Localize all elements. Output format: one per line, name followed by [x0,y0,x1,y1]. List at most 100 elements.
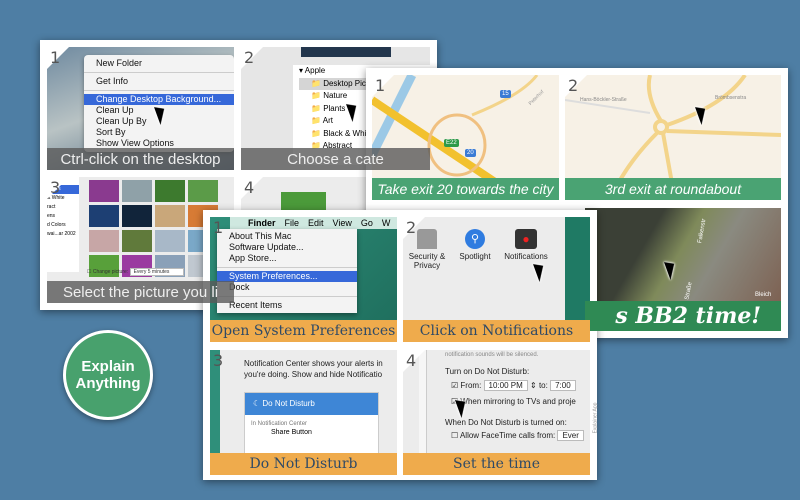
when-on-label: When Do Not Disturb is turned on: [445,418,567,427]
step-caption: Select the picture you li [47,281,234,303]
context-menu: New Folder Get Info Change Desktop Backg… [84,55,234,152]
wallpaper-thumbnail[interactable] [89,180,119,202]
dnd-heading: Turn on Do Not Disturb: [445,367,530,376]
menu-item-app-store[interactable]: App Store... [217,253,357,264]
wallpaper-thumbnail[interactable] [122,180,152,202]
menu-go[interactable]: Go [361,218,373,228]
notifications-icon: ● [515,229,537,249]
change-picture-label: Change picture: [92,269,129,275]
road-shield: 20 [465,149,476,157]
menu-item-change-background[interactable]: Change Desktop Background... [84,94,234,105]
pref-spotlight[interactable]: ⚲ Spotlight [453,229,497,261]
menu-finder[interactable]: Finder [248,218,276,228]
spotlight-icon: ⚲ [465,229,485,249]
source-item[interactable]: ract [47,203,79,212]
change-picture-row: ☐ Change picture: Every 5 minutes [87,268,185,276]
menu-window[interactable]: W [382,218,391,228]
wallpaper-thumbnail[interactable] [89,205,119,227]
logo-line-1: Explain [81,358,135,375]
step-1-panel: 1 New Folder Get Info Change Desktop Bac… [47,47,234,170]
step-number: 1 [50,48,61,67]
street-label: Bleich [755,292,772,298]
step-number: 2 [406,218,417,237]
from-row: ☑ From: 10:00 PM ⇕ to: 7:00 [451,380,576,391]
step-caption: Click on Notifications [403,320,590,342]
street-label: Hans-Böckler-Straße [580,97,627,103]
menu-item-sort-by[interactable]: Sort By [84,127,234,138]
source-item[interactable]: d Colors [47,221,79,230]
menu-item-recent-items[interactable]: Recent Items [217,300,357,311]
facetime-checkbox[interactable]: ☐ [451,431,458,440]
menu-item-new-folder[interactable]: New Folder [84,58,234,69]
source-item[interactable]: ens [47,212,79,221]
step-caption: Ctrl-click on the desktop [47,148,234,170]
street-label: Brömbsenstra [715,95,747,101]
time-stepper[interactable]: ⇕ [530,381,537,390]
menu-item-system-preferences[interactable]: System Preferences... [217,271,357,282]
step-number: 1 [213,218,224,237]
wallpaper-thumbnail[interactable] [155,180,185,202]
menu-item-dock[interactable]: Dock [217,282,357,293]
menu-edit[interactable]: Edit [308,218,324,228]
wallpaper-thumbnail[interactable] [155,205,185,227]
road-shield: 15 [500,90,511,98]
step-number: 2 [568,76,579,95]
step-number: 3 [213,351,224,370]
interval-select[interactable]: Every 5 minutes [129,268,185,276]
cursor-icon [533,261,548,282]
logo-line-2: Anything [75,375,141,392]
note-text: notification sounds will be silenced. [445,352,539,358]
step-caption: Choose a cate [241,148,430,170]
menu-item-get-info[interactable]: Get Info [84,76,234,87]
pref-notifications[interactable]: ● Notifications [501,229,551,261]
wallpaper-thumbnail[interactable] [155,230,185,252]
moon-icon: ☾ [253,399,261,408]
road-shield: E22 [444,139,459,147]
step-number: 3 [50,178,61,197]
wallpaper-thumbnail[interactable] [188,180,218,202]
step-1-panel: 1 Finder File Edit View Go W About This … [210,217,397,342]
step-number: 4 [406,351,417,370]
step-caption: s BB2 time! [585,301,781,331]
step-3-panel: 3 Notification Center shows your alerts … [210,350,397,475]
explain-anything-logo: Explain Anything [63,330,153,420]
menu-item-software-update[interactable]: Software Update... [217,242,357,253]
step-caption: Set the time [403,453,590,475]
street-label: Falkenstr [697,218,708,244]
menu-view[interactable]: View [333,218,352,228]
cursor-icon [664,259,679,280]
section-header: In Notification Center [251,421,308,427]
step-4-panel: 4 notification sounds will be silenced. … [403,350,590,475]
from-checkbox[interactable]: ☑ [451,381,458,390]
menu-file[interactable]: File [285,218,300,228]
from-time-field[interactable]: 10:00 PM [483,380,528,391]
to-time-field[interactable]: 7:00 [550,380,576,391]
facetime-row: ☐ Allow FaceTime calls from: Ever [451,430,584,441]
mirroring-row[interactable]: ☑ When mirroring to TVs and proje [451,397,576,406]
step-caption: Open System Preferences [210,320,397,342]
step-4-panel: Falkenstr Straße Bleich s BB2 time! [585,208,781,331]
menu-item-about[interactable]: About This Mac [217,231,357,242]
apple-menu: About This Mac Software Update... App St… [217,229,357,313]
settings-tutorial-card: 1 Finder File Edit View Go W About This … [203,210,599,480]
step-caption: Take exit 20 towards the city [372,178,559,200]
step-1-panel: 1 15 E22 20 Peterhof Take exit 20 toward… [372,75,559,200]
wallpaper-thumbnail[interactable] [122,205,152,227]
step-caption: 3rd exit at roundabout [565,178,781,200]
list-item[interactable]: Share Button [245,429,378,436]
step-number: 4 [244,178,255,197]
street-label: Straße [684,281,694,301]
list-item-do-not-disturb[interactable]: ☾ Do Not Disturb [245,393,378,415]
step-2-panel: 2 Security & Privacy ⚲ Spotlight ● Notific… [403,217,590,342]
facetime-select[interactable]: Ever [557,430,584,441]
watermark: Explainer App [592,402,599,434]
menu-bar: Finder File Edit View Go W [230,217,397,229]
step-number: 2 [244,48,255,67]
step-number: 1 [375,76,386,95]
step-2-panel: 2 Hans-Böckler-Straße Brömbsenstra 3rd e… [565,75,781,200]
step-caption: Do Not Disturb [210,453,397,475]
source-item[interactable]: wai...ar 2002 [47,230,79,239]
intro-text: Notification Center shows your alerts in… [244,359,383,379]
wallpaper-thumbnail[interactable] [122,230,152,252]
wallpaper-thumbnail[interactable] [89,230,119,252]
